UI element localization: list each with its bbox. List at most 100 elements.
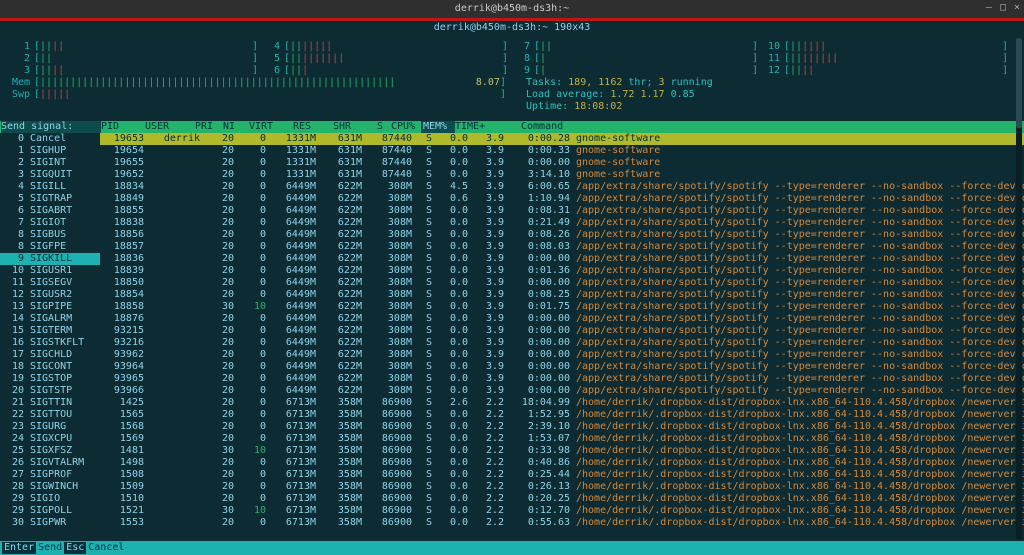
process-row[interactable]: 939622006449M622M308MS0.03.90:00.00 /app… (100, 349, 1024, 361)
signal-sigwinch[interactable]: 28SIGWINCH (0, 481, 100, 493)
process-row[interactable]: 15682006713M358M86900S0.02.22:39.10 /hom… (100, 421, 1024, 433)
signal-sigpwr[interactable]: 30SIGPWR (0, 517, 100, 529)
signal-sigquit[interactable]: 3SIGQUIT (0, 169, 100, 181)
signal-sigxcpu[interactable]: 24SIGXCPU (0, 433, 100, 445)
signal-cancel[interactable]: 0Cancel (0, 133, 100, 145)
process-row[interactable]: 188392006449M622M308MS0.03.90:01.36 /app… (100, 265, 1024, 277)
process-row[interactable]: 148130106713M358M86900S0.02.20:33.98 /ho… (100, 445, 1024, 457)
minimize-icon[interactable]: – (986, 2, 992, 14)
process-row[interactable]: 188542006449M622M308MS0.03.90:08.25 /app… (100, 289, 1024, 301)
col-mem[interactable]: MEM% (421, 121, 455, 133)
signal-sigusr1[interactable]: 10SIGUSR1 (0, 265, 100, 277)
mem-bar: ||||||||||||||||||||||||||||||||||||||||… (40, 77, 395, 89)
process-row[interactable]: 15652006713M358M86900S0.02.21:52.95 /hom… (100, 409, 1024, 421)
signal-sigkill[interactable]: 9SIGKILL (0, 253, 100, 265)
signal-sigpoll[interactable]: 29SIGPOLL (0, 505, 100, 517)
signal-sigxfsz[interactable]: 25SIGXFSZ (0, 445, 100, 457)
process-row[interactable]: 14982006713M358M86900S0.02.20:40.86 /hom… (100, 457, 1024, 469)
process-row[interactable]: 14252006713M358M86900S2.62.218:04.99 /ho… (100, 397, 1024, 409)
label-send: Send (38, 542, 62, 554)
process-row[interactable]: 15082006713M358M86900S0.02.20:25.44 /hom… (100, 469, 1024, 481)
signal-sigtstp[interactable]: 20SIGTSTP (0, 385, 100, 397)
tab-bar[interactable]: derrik@b450m-ds3h:~ 190x43 (0, 21, 1024, 35)
process-row[interactable]: 15692006713M358M86900S0.02.21:53.07 /hom… (100, 433, 1024, 445)
col-time[interactable]: TIME+ (455, 121, 515, 133)
process-row[interactable]: 19653derrik2001331M631M87440S0.03.90:00.… (100, 133, 1024, 145)
process-row[interactable]: 196552001331M631M87440S0.03.90:00.00 gno… (100, 157, 1024, 169)
signal-list[interactable]: 0Cancel1SIGHUP2SIGINT3SIGQUIT4SIGILL5SIG… (0, 133, 100, 529)
process-row[interactable]: 1885830106449M622M308MS0.03.90:01.75 /ap… (100, 301, 1024, 313)
col-pid[interactable]: PID (101, 121, 145, 133)
signal-sigill[interactable]: 4SIGILL (0, 181, 100, 193)
titlebar[interactable]: derrik@b450m-ds3h:~ – □ × (0, 0, 1024, 18)
signal-sigiot[interactable]: 7SIGIOT (0, 217, 100, 229)
signal-sigterm[interactable]: 15SIGTERM (0, 325, 100, 337)
signal-sigstop[interactable]: 19SIGSTOP (0, 373, 100, 385)
process-row[interactable]: 15092006713M358M86900S0.02.20:26.13 /hom… (100, 481, 1024, 493)
signal-sigint[interactable]: 2SIGINT (0, 157, 100, 169)
close-icon[interactable]: × (1014, 2, 1020, 14)
col-ni[interactable]: NI (223, 121, 249, 133)
signal-sigfpe[interactable]: 8SIGFPE (0, 241, 100, 253)
scrollbar[interactable] (1016, 38, 1022, 539)
signal-sigpipe[interactable]: 13SIGPIPE (0, 301, 100, 313)
loadavg: Load average: 1.72 1.17 0.85 (506, 89, 1016, 101)
cpu-meter-7: 7[||] (508, 41, 758, 53)
signal-sigprof[interactable]: 27SIGPROF (0, 469, 100, 481)
signal-sigbus[interactable]: 8SIGBUS (0, 229, 100, 241)
signal-sigsegv[interactable]: 11SIGSEGV (0, 277, 100, 289)
process-row[interactable]: 15532006713M358M86900S0.02.20:55.63 /hom… (100, 517, 1024, 529)
key-esc[interactable]: Esc (64, 542, 86, 554)
signal-sigttin[interactable]: 21SIGTTIN (0, 397, 100, 409)
process-row[interactable]: 15102006713M358M86900S0.02.20:20.25 /hom… (100, 493, 1024, 505)
key-enter[interactable]: Enter (2, 542, 36, 554)
process-row[interactable]: 939642006449M622M308MS0.03.90:00.00 /app… (100, 361, 1024, 373)
signal-sigstkflt[interactable]: 16SIGSTKFLT (0, 337, 100, 349)
process-row[interactable]: 188362006449M622M308MS0.03.90:00.00 /app… (100, 253, 1024, 265)
col-shr[interactable]: SHR (333, 121, 377, 133)
maximize-icon[interactable]: □ (1000, 2, 1006, 14)
col-cpu[interactable]: CPU% (391, 121, 421, 133)
cpu-meter-9: 9[|] (508, 65, 758, 77)
process-row[interactable]: 932162006449M622M308MS0.03.90:00.00 /app… (100, 337, 1024, 349)
process-row[interactable]: 188382006449M622M308MS0.03.90:21.49 /app… (100, 217, 1024, 229)
process-row[interactable]: 188502006449M622M308MS0.03.90:00.00 /app… (100, 277, 1024, 289)
process-row[interactable]: 196542001331M631M87440S0.03.90:00.33 gno… (100, 145, 1024, 157)
process-row[interactable]: 939652006449M622M308MS0.03.90:00.00 /app… (100, 373, 1024, 385)
column-header-row[interactable]: Send signal: PID USER PRI NI VIRT RES SH… (0, 121, 1024, 133)
signal-sigabrt[interactable]: 6SIGABRT (0, 205, 100, 217)
signal-sighup[interactable]: 1SIGHUP (0, 145, 100, 157)
process-row[interactable]: 188492006449M622M308MS0.63.91:10.94 /app… (100, 193, 1024, 205)
process-row[interactable]: 939662006449M622M308MS0.03.90:00.00 /app… (100, 385, 1024, 397)
process-row[interactable]: 188762006449M622M308MS0.03.90:00.00 /app… (100, 313, 1024, 325)
signal-sigusr2[interactable]: 12SIGUSR2 (0, 289, 100, 301)
signal-sigvtalrm[interactable]: 26SIGVTALRM (0, 457, 100, 469)
signal-sigttou[interactable]: 22SIGTTOU (0, 409, 100, 421)
col-cmd[interactable]: Command (515, 121, 563, 133)
process-row[interactable]: 188342006449M622M308MS4.53.96:00.65 /app… (100, 181, 1024, 193)
process-row[interactable]: 188562006449M622M308MS0.03.90:08.26 /app… (100, 229, 1024, 241)
col-virt[interactable]: VIRT (249, 121, 293, 133)
signal-sigurg[interactable]: 23SIGURG (0, 421, 100, 433)
signal-sigcont[interactable]: 18SIGCONT (0, 361, 100, 373)
signal-sigio[interactable]: 29SIGIO (0, 493, 100, 505)
swp-label: Swp (8, 89, 34, 101)
signal-sigchld[interactable]: 17SIGCHLD (0, 349, 100, 361)
process-list[interactable]: 19653derrik2001331M631M87440S0.03.90:00.… (100, 133, 1024, 529)
cpu-meter-4: 4[|||||||] (258, 41, 508, 53)
window-title: derrik@b450m-ds3h:~ (455, 3, 569, 15)
process-row[interactable]: 188552006449M622M308MS0.03.90:08.31 /app… (100, 205, 1024, 217)
process-row[interactable]: 196522001331M631M87440S0.03.93:14.10 gno… (100, 169, 1024, 181)
signal-sigtrap[interactable]: 5SIGTRAP (0, 193, 100, 205)
process-row[interactable]: 188572006449M622M308MS0.03.90:08.03 /app… (100, 241, 1024, 253)
col-res[interactable]: RES (293, 121, 333, 133)
col-pri[interactable]: PRI (195, 121, 223, 133)
scrollbar-thumb[interactable] (1016, 38, 1022, 128)
process-row[interactable]: 932152006449M622M308MS0.03.90:00.00 /app… (100, 325, 1024, 337)
htop-body: 0Cancel1SIGHUP2SIGINT3SIGQUIT4SIGILL5SIG… (0, 133, 1024, 529)
col-s[interactable]: S (377, 121, 391, 133)
col-user[interactable]: USER (145, 121, 195, 133)
cpu-meter-6: 6[|||] (258, 65, 508, 77)
process-row[interactable]: 152130106713M358M86900S0.02.20:12.70 /ho… (100, 505, 1024, 517)
signal-sigalrm[interactable]: 14SIGALRM (0, 313, 100, 325)
